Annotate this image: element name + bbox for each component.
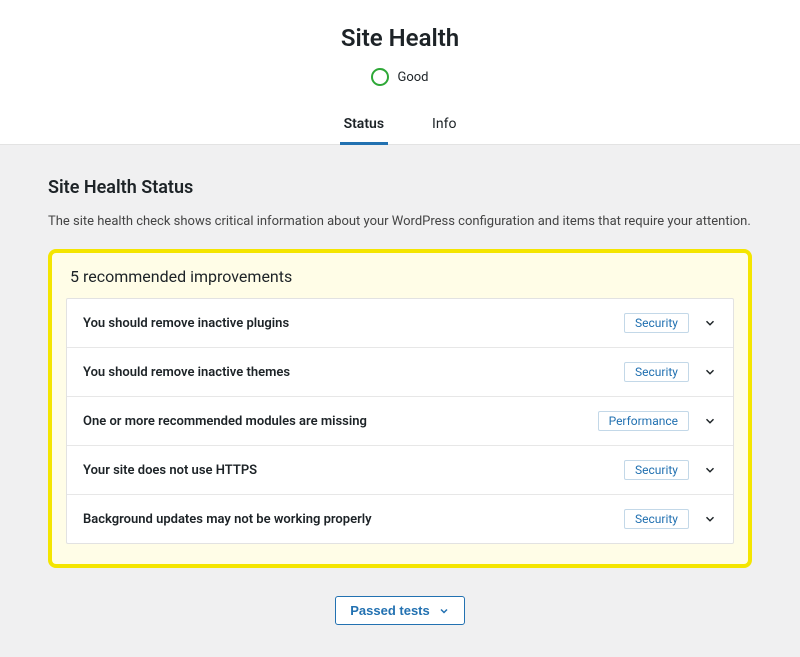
header: Site Health Good Status Info: [0, 0, 800, 145]
category-badge: Security: [624, 509, 689, 529]
improvement-title: You should remove inactive themes: [83, 365, 624, 380]
chevron-down-icon: [438, 605, 450, 617]
section-description: The site health check shows critical inf…: [48, 214, 752, 229]
improvement-title: Background updates may not be working pr…: [83, 512, 624, 527]
chevron-down-icon: [703, 316, 717, 330]
tabs: Status Info: [0, 106, 800, 145]
category-badge: Security: [624, 460, 689, 480]
improvement-item[interactable]: You should remove inactive plugins Secur…: [67, 299, 733, 348]
improvement-title: Your site does not use HTTPS: [83, 463, 624, 478]
improvements-highlight-box: 5 recommended improvements You should re…: [48, 249, 752, 568]
status-label: Good: [397, 70, 428, 85]
improvement-title: You should remove inactive plugins: [83, 316, 624, 331]
chevron-down-icon: [703, 463, 717, 477]
improvements-heading: 5 recommended improvements: [66, 267, 734, 286]
improvement-item[interactable]: Background updates may not be working pr…: [67, 495, 733, 543]
category-badge: Performance: [598, 411, 689, 431]
section-heading: Site Health Status: [48, 177, 752, 198]
main-content: Site Health Status The site health check…: [0, 145, 800, 657]
tab-info[interactable]: Info: [428, 106, 460, 144]
passed-tests-button[interactable]: Passed tests: [335, 596, 465, 625]
improvement-item[interactable]: You should remove inactive themes Securi…: [67, 348, 733, 397]
chevron-down-icon: [703, 365, 717, 379]
passed-tests-label: Passed tests: [350, 603, 430, 618]
improvement-item[interactable]: Your site does not use HTTPS Security: [67, 446, 733, 495]
improvement-item[interactable]: One or more recommended modules are miss…: [67, 397, 733, 446]
category-badge: Security: [624, 362, 689, 382]
tab-status[interactable]: Status: [340, 106, 388, 145]
chevron-down-icon: [703, 512, 717, 526]
status-indicator: Good: [0, 68, 800, 86]
category-badge: Security: [624, 313, 689, 333]
improvements-list: You should remove inactive plugins Secur…: [66, 298, 734, 544]
page-title: Site Health: [0, 24, 800, 52]
passed-tests-wrap: Passed tests: [48, 596, 752, 625]
status-circle-icon: [371, 68, 389, 86]
chevron-down-icon: [703, 414, 717, 428]
improvement-title: One or more recommended modules are miss…: [83, 414, 598, 429]
